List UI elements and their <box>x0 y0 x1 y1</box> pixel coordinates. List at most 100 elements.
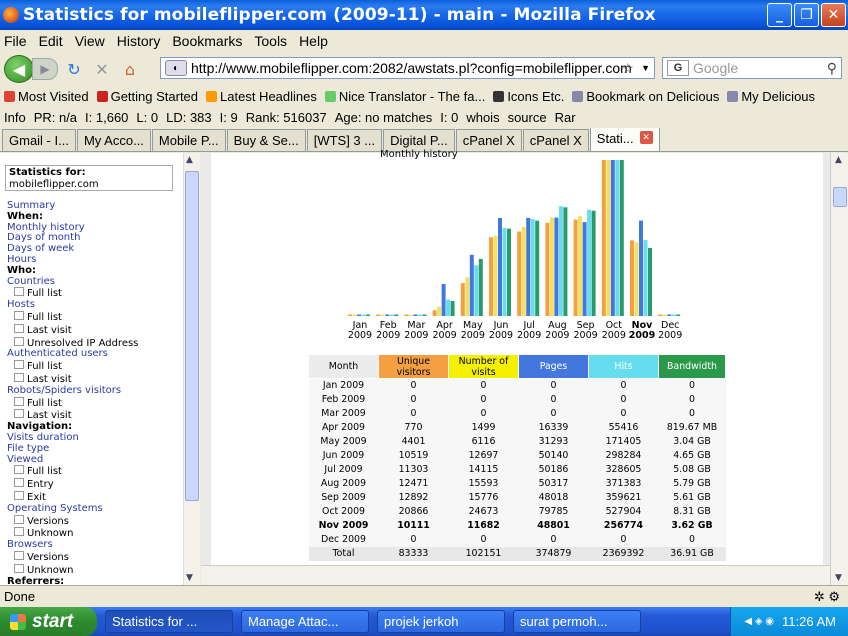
menu-help[interactable]: Help <box>299 33 328 49</box>
seo-item[interactable]: Age: no matches <box>335 110 433 125</box>
sidebar-link[interactable]: Viewed <box>7 454 152 466</box>
home-icon[interactable]: ⌂ <box>118 57 142 81</box>
bookmark-label[interactable]: My Delicious <box>741 89 815 104</box>
google-icon[interactable]: G <box>667 60 689 76</box>
bookmark-item[interactable]: Bookmark on Delicious <box>572 89 719 104</box>
menu-bookmarks[interactable]: Bookmarks <box>172 33 242 49</box>
sidebar-link[interactable]: File type <box>7 443 152 455</box>
page-scroll-thumb[interactable] <box>833 187 847 207</box>
bookmark-item[interactable]: My Delicious <box>727 89 815 104</box>
scroll-up-icon[interactable]: ▲ <box>835 155 842 165</box>
tray-icons[interactable]: ◀ ◈ ◉ <box>744 616 774 627</box>
bookmark-item[interactable]: Nice Translator - The fa... <box>324 89 485 104</box>
browser-tab[interactable]: Buy & Se... <box>226 129 306 151</box>
sidebar-scroll-thumb[interactable] <box>185 171 199 501</box>
tab-label[interactable]: Mobile P... <box>159 133 219 148</box>
sidebar-link[interactable]: Full list <box>7 465 152 478</box>
sidebar-link[interactable]: Unknown <box>7 564 152 577</box>
task-label[interactable]: Manage Attac... <box>248 614 338 629</box>
tab-label[interactable]: Digital P... <box>390 133 448 148</box>
tab-label[interactable]: Buy & Se... <box>234 133 299 148</box>
sidebar-link[interactable]: Full list <box>7 397 152 410</box>
url-text[interactable]: http://www.mobileflipper.com:2082/awstat… <box>191 60 632 76</box>
seo-item[interactable]: L: 0 <box>136 110 158 125</box>
sidebar-link[interactable]: Exit <box>7 491 152 504</box>
bookmark-label[interactable]: Icons Etc. <box>507 89 564 104</box>
sidebar-link[interactable]: Last visit <box>7 373 152 386</box>
browser-tab[interactable]: Stati... ✕ <box>589 128 660 151</box>
minimize-button[interactable]: _ <box>767 3 792 27</box>
tab-label[interactable]: [WTS] 3 ... <box>314 133 375 148</box>
tab-label[interactable]: cPanel X <box>530 133 582 148</box>
sidebar-link[interactable]: Operating Systems <box>7 503 152 515</box>
sidebar-link[interactable]: Entry <box>7 478 152 491</box>
seo-item[interactable]: Rank: 516037 <box>246 110 327 125</box>
bookmark-item[interactable]: Icons Etc. <box>493 89 564 104</box>
sidebar-link[interactable]: Authenticated users <box>7 349 152 360</box>
close-button[interactable]: ✕ <box>821 3 846 27</box>
menu-file[interactable]: File <box>4 33 27 49</box>
scroll-down-icon[interactable]: ▼ <box>835 573 842 583</box>
page-scrollbar[interactable]: ▲ ▼ <box>830 153 848 585</box>
taskbar-task[interactable]: Manage Attac... <box>241 610 369 633</box>
bookmark-star-icon[interactable]: ☆ <box>621 60 634 77</box>
stop-icon[interactable]: ✕ <box>90 57 114 81</box>
sidebar-link[interactable]: Browsers <box>7 539 152 551</box>
seo-item[interactable]: Info <box>4 110 26 125</box>
forward-button[interactable]: ▶ <box>32 58 58 80</box>
tab-close-icon[interactable]: ✕ <box>639 131 653 144</box>
seo-item[interactable]: LD: 383 <box>166 110 212 125</box>
menu-edit[interactable]: Edit <box>39 33 63 49</box>
seo-item[interactable]: I: 1,660 <box>85 110 128 125</box>
menu-history[interactable]: History <box>117 33 161 49</box>
bookmark-label[interactable]: Bookmark on Delicious <box>586 89 719 104</box>
tab-label[interactable]: cPanel X <box>463 133 515 148</box>
search-input[interactable]: Google <box>693 60 738 76</box>
back-button[interactable]: ◀ <box>4 55 34 83</box>
search-icon[interactable]: ⚲ <box>827 60 837 77</box>
sidebar-link[interactable]: Full list <box>7 360 152 373</box>
taskbar-task[interactable]: Statistics for ... <box>105 610 233 633</box>
reload-icon[interactable]: ↻ <box>62 57 86 81</box>
sidebar-scrollbar[interactable]: ▲ ▼ <box>183 153 200 585</box>
url-bar[interactable]: ◐ http://www.mobileflipper.com:2082/awst… <box>160 57 655 79</box>
addon-icon[interactable]: ✲ ⚙ <box>814 589 840 605</box>
sidebar-link[interactable]: Countries <box>7 276 152 288</box>
seo-item[interactable]: Rar <box>555 110 576 125</box>
browser-tab[interactable]: Digital P... <box>383 129 455 151</box>
menu-tools[interactable]: Tools <box>254 33 287 49</box>
seo-item[interactable]: I: 9 <box>220 110 238 125</box>
tab-label[interactable]: My Acco... <box>84 133 144 148</box>
sidebar-link[interactable]: Versions <box>7 551 152 564</box>
browser-tab[interactable]: My Acco... <box>76 129 151 151</box>
tab-label[interactable]: Stati... <box>597 131 634 146</box>
sidebar-link[interactable]: Hosts <box>7 299 152 311</box>
taskbar-task[interactable]: projek jerkoh <box>377 610 505 633</box>
search-box[interactable]: G Google ⚲ <box>662 57 842 79</box>
browser-tab[interactable]: cPanel X <box>522 129 589 151</box>
scroll-down-icon[interactable]: ▼ <box>186 573 193 583</box>
browser-tab[interactable]: [WTS] 3 ... <box>306 129 383 151</box>
task-label[interactable]: Statistics for ... <box>112 614 197 629</box>
browser-tab[interactable]: Mobile P... <box>151 129 226 151</box>
horizontal-scrollbar[interactable] <box>201 565 830 585</box>
bookmark-label[interactable]: Nice Translator - The fa... <box>339 89 485 104</box>
bookmark-item[interactable]: Getting Started <box>96 89 198 104</box>
bookmark-label[interactable]: Getting Started <box>111 89 198 104</box>
task-label[interactable]: projek jerkoh <box>384 614 458 629</box>
bookmark-label[interactable]: Latest Headlines <box>220 89 317 104</box>
maximize-button[interactable]: ❐ <box>794 3 819 27</box>
browser-tab[interactable]: Gmail - I... <box>2 129 76 151</box>
seo-item[interactable]: whois <box>466 110 499 125</box>
bookmark-item[interactable]: Latest Headlines <box>206 89 317 104</box>
url-dropdown-icon[interactable]: ▼ <box>641 63 650 73</box>
sidebar-link[interactable]: Robots/Spiders visitors <box>7 385 152 397</box>
menu-view[interactable]: View <box>75 33 105 49</box>
sidebar-link[interactable]: Last visit <box>7 324 152 337</box>
start-button[interactable]: start <box>0 607 97 636</box>
seo-item[interactable]: PR: n/a <box>34 110 77 125</box>
tab-label[interactable]: Gmail - I... <box>9 133 69 148</box>
seo-item[interactable]: I: 0 <box>440 110 458 125</box>
browser-tab[interactable]: cPanel X <box>455 129 522 151</box>
site-identity-icon[interactable]: ◐ <box>165 60 187 76</box>
